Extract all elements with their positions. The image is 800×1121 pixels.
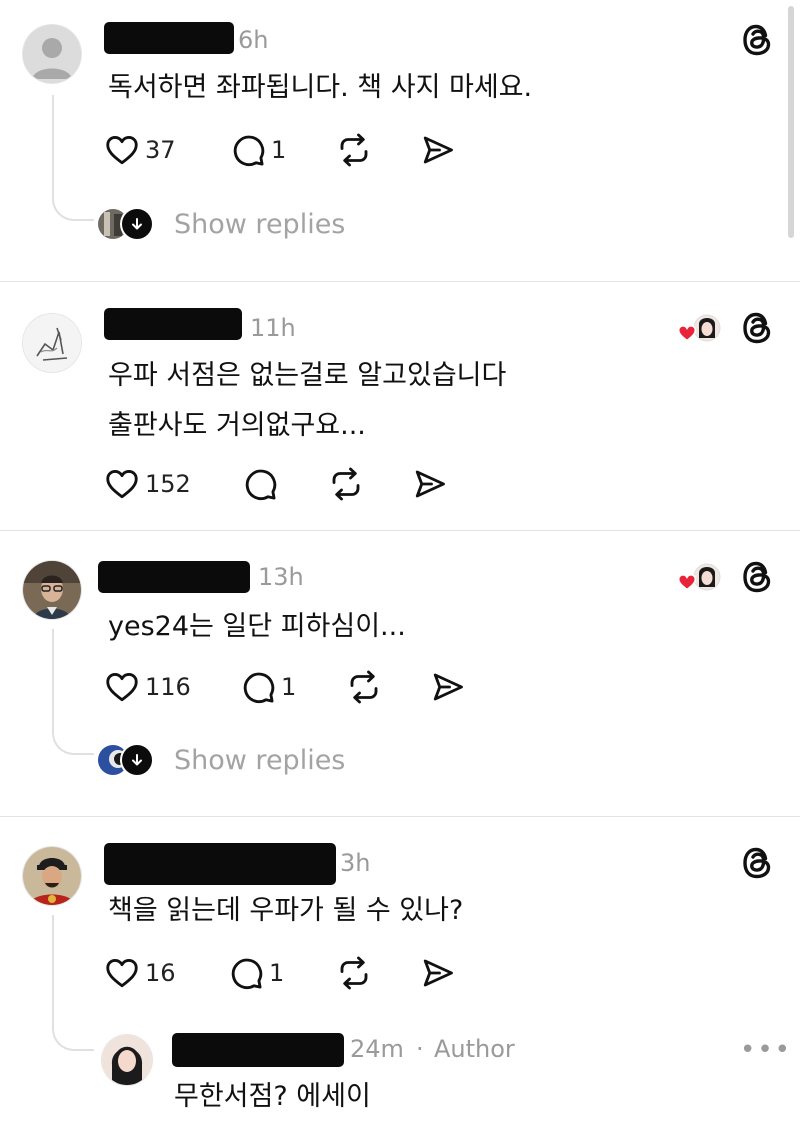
reply-count: 1 bbox=[269, 959, 285, 987]
thread-line bbox=[52, 629, 54, 729]
show-replies-row[interactable]: Show replies bbox=[98, 206, 345, 242]
repost-icon bbox=[336, 132, 372, 168]
send-icon bbox=[420, 955, 456, 991]
post-text: 독서하면 좌파됩니다. 책 사지 마세요. bbox=[108, 72, 533, 103]
share-button[interactable] bbox=[430, 667, 466, 707]
reply-time: 24m bbox=[350, 1035, 404, 1063]
thread-post: 13h yes24는 일단 피하심이... 116 1 Show replies bbox=[0, 531, 800, 816]
comment-button[interactable]: 1 bbox=[228, 953, 284, 993]
show-replies-row[interactable]: Show replies bbox=[98, 742, 345, 778]
post-time: 11h bbox=[250, 314, 296, 342]
default-avatar-icon bbox=[23, 25, 81, 83]
post-time: 6h bbox=[238, 26, 269, 54]
comment-button[interactable] bbox=[242, 464, 278, 504]
share-button[interactable] bbox=[420, 953, 456, 993]
avatar[interactable] bbox=[23, 314, 81, 372]
comment-icon bbox=[228, 955, 264, 991]
man-glasses-avatar-image bbox=[23, 561, 81, 619]
like-count: 37 bbox=[145, 136, 176, 164]
repost-icon bbox=[346, 669, 382, 705]
post-text: yes24는 일단 피하심이... bbox=[108, 611, 406, 642]
reply-text: 무한서점? 에세이 bbox=[174, 1081, 371, 1112]
thread-post: 11h 우파 서점은 없는걸로 알고있습니다 출판사도 거의없구요... 152 bbox=[0, 282, 800, 530]
post-text: 책을 읽는데 우파가 될 수 있나? bbox=[108, 895, 464, 926]
repost-button[interactable] bbox=[328, 464, 364, 504]
threads-logo-icon[interactable] bbox=[740, 22, 774, 58]
thread-post: 3h 책을 읽는데 우파가 될 수 있나? 16 1 24m · Author … bbox=[0, 817, 800, 1112]
redacted-username bbox=[104, 308, 242, 340]
repost-icon bbox=[328, 466, 364, 502]
avatar[interactable] bbox=[23, 561, 81, 619]
meta-separator: · bbox=[416, 1035, 424, 1063]
avatar[interactable] bbox=[23, 847, 81, 905]
like-count: 152 bbox=[145, 470, 191, 498]
threads-logo-icon[interactable] bbox=[740, 559, 774, 595]
send-icon bbox=[430, 669, 466, 705]
thread-line bbox=[52, 95, 54, 195]
like-button[interactable]: 16 bbox=[104, 953, 176, 993]
author-badge: Author bbox=[434, 1035, 515, 1063]
reply-count: 1 bbox=[271, 136, 287, 164]
threads-logo-icon[interactable] bbox=[740, 310, 774, 346]
post-text: 우파 서점은 없는걸로 알고있습니다 bbox=[108, 360, 507, 391]
like-button[interactable]: 116 bbox=[104, 667, 191, 707]
liked-heart-icon bbox=[679, 575, 696, 590]
liked-by-author-badge[interactable] bbox=[676, 312, 722, 344]
comment-icon bbox=[230, 132, 266, 168]
avatar[interactable] bbox=[23, 25, 81, 83]
redacted-username bbox=[104, 843, 336, 885]
redacted-username bbox=[98, 561, 250, 593]
redacted-username bbox=[104, 22, 234, 54]
share-button[interactable] bbox=[420, 130, 456, 170]
show-replies-link[interactable]: Show replies bbox=[174, 209, 345, 240]
repost-button[interactable] bbox=[346, 667, 382, 707]
post-text: 출판사도 거의없구요... bbox=[108, 410, 366, 441]
arrow-down-icon bbox=[120, 743, 154, 777]
like-button[interactable]: 152 bbox=[104, 464, 191, 504]
heart-icon bbox=[104, 669, 140, 705]
heart-icon bbox=[104, 955, 140, 991]
repost-button[interactable] bbox=[336, 953, 372, 993]
more-options-icon[interactable]: ••• bbox=[740, 1035, 792, 1065]
show-replies-link[interactable]: Show replies bbox=[174, 745, 345, 776]
threads-logo-icon[interactable] bbox=[740, 845, 774, 881]
reply-count: 1 bbox=[281, 673, 297, 701]
send-icon bbox=[412, 466, 448, 502]
like-button[interactable]: 37 bbox=[104, 130, 176, 170]
share-button[interactable] bbox=[412, 464, 448, 504]
thread-post: 6h 독서하면 좌파됩니다. 책 사지 마세요. 37 1 Show repli… bbox=[0, 0, 800, 280]
post-time: 3h bbox=[340, 849, 371, 877]
repost-button[interactable] bbox=[336, 130, 372, 170]
repost-icon bbox=[336, 955, 372, 991]
like-count: 16 bbox=[145, 959, 176, 987]
comment-icon bbox=[240, 669, 276, 705]
comment-button[interactable]: 1 bbox=[240, 667, 296, 707]
sketch-avatar-image bbox=[23, 314, 81, 372]
thread-connector bbox=[52, 193, 94, 221]
arrow-down-icon bbox=[120, 207, 154, 241]
king-portrait-avatar-image bbox=[23, 847, 81, 905]
send-icon bbox=[420, 132, 456, 168]
reply-author-avatar[interactable] bbox=[102, 1035, 152, 1085]
heart-icon bbox=[104, 466, 140, 502]
redacted-username bbox=[172, 1033, 344, 1067]
heart-icon bbox=[104, 132, 140, 168]
comment-icon bbox=[242, 466, 278, 502]
comment-button[interactable]: 1 bbox=[230, 130, 286, 170]
liked-heart-icon bbox=[679, 326, 696, 341]
thread-connector bbox=[52, 727, 94, 755]
liked-by-author-badge[interactable] bbox=[676, 561, 722, 593]
like-count: 116 bbox=[145, 673, 191, 701]
thread-connector bbox=[52, 1023, 94, 1051]
woman-avatar-image bbox=[102, 1035, 152, 1085]
post-time: 13h bbox=[258, 563, 304, 591]
thread-line bbox=[52, 915, 54, 1025]
